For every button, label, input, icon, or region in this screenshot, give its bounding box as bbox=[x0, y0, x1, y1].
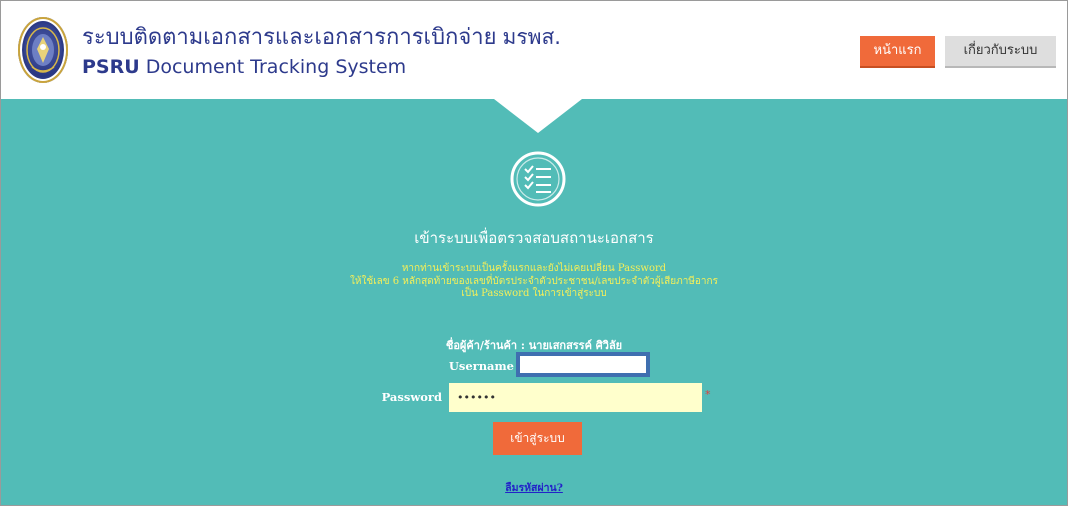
password-label: Password bbox=[381, 390, 442, 404]
header-notch bbox=[494, 99, 582, 133]
page-frame: ระบบติดตามเอกสารและเอกสารการเบิกจ่าย มรพส… bbox=[0, 0, 1068, 506]
required-mark: * bbox=[705, 388, 711, 401]
app-title-english: PSRU Document Tracking System bbox=[82, 55, 406, 79]
login-heading: เข้าระบบเพื่อตรวจสอบสถานะเอกสาร bbox=[414, 229, 654, 247]
app-title-thai: ระบบติดตามเอกสารและเอกสารการเบิกจ่าย มรพส… bbox=[82, 23, 561, 52]
checklist-icon bbox=[509, 150, 567, 208]
notice-line: หากท่านเข้าระบบเป็นครั้งแรกและยังไม่เคยเ… bbox=[401, 263, 667, 274]
about-system-button[interactable]: เกี่ยวกับระบบ bbox=[945, 36, 1056, 68]
home-button[interactable]: หน้าแรก bbox=[860, 36, 935, 68]
app-title-thai-main: ระบบติดตามเอกสารและเอกสารการเบิกจ่าย bbox=[82, 25, 497, 50]
app-title-thai-suffix: มรพส. bbox=[502, 25, 561, 49]
username-label: Username bbox=[448, 359, 514, 373]
password-input[interactable] bbox=[449, 383, 702, 412]
forgot-password-link[interactable]: ลืมรหัสผ่าน? bbox=[1, 479, 1067, 496]
app-title-brand: PSRU bbox=[82, 56, 140, 78]
university-seal-icon bbox=[18, 17, 68, 83]
username-input[interactable] bbox=[516, 352, 650, 377]
header: ระบบติดตามเอกสารและเอกสารการเบิกจ่าย มรพส… bbox=[1, 1, 1067, 99]
app-title-english-rest: Document Tracking System bbox=[139, 56, 407, 78]
notice-line: ให้ใช้เลข 6 หลักสุดท้ายของเลขที่บัตรประจ… bbox=[350, 275, 718, 287]
notice-line: เป็น Password ในการเข้าสู่ระบบ bbox=[461, 288, 607, 299]
first-login-notice: หากท่านเข้าระบบเป็นครั้งแรกและยังไม่เคยเ… bbox=[1, 263, 1067, 301]
login-button[interactable]: เข้าสู่ระบบ bbox=[493, 422, 582, 455]
